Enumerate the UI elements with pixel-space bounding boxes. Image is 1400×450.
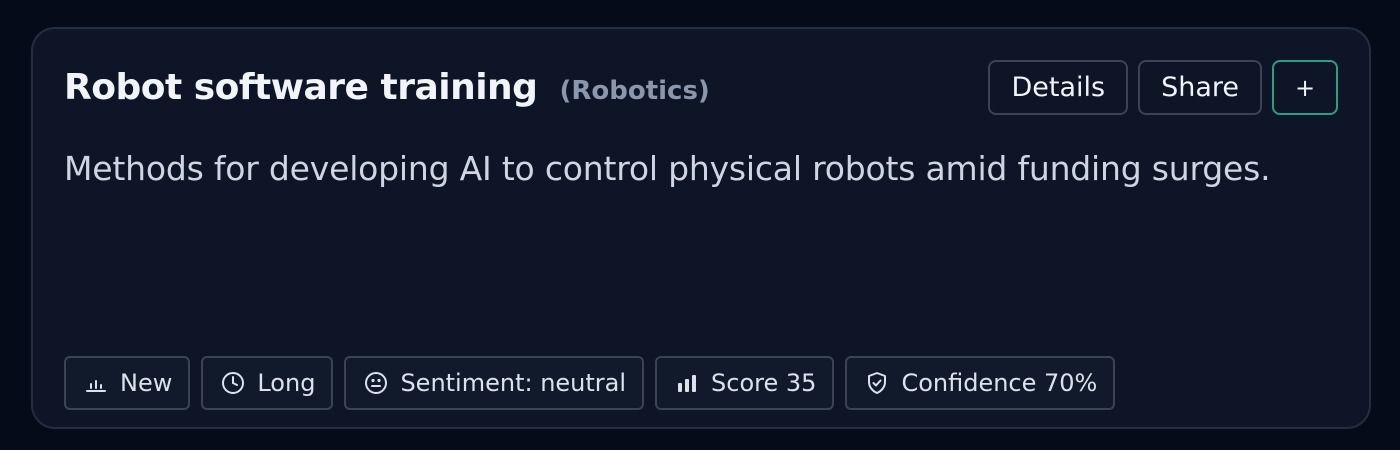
tag-label: Confidence 70% — [901, 369, 1098, 397]
tag-label: Score 35 — [711, 369, 817, 397]
tag-label: New — [120, 369, 173, 397]
details-button[interactable]: Details — [988, 60, 1129, 115]
neutral-face-icon — [364, 371, 388, 395]
tag-label: Sentiment: neutral — [400, 369, 627, 397]
topic-card: Robot software training (Robotics) Detai… — [31, 27, 1371, 429]
add-button[interactable]: + — [1272, 60, 1338, 115]
tag-sentiment: Sentiment: neutral — [344, 356, 645, 410]
tag-duration: Long — [201, 356, 334, 410]
shield-check-icon — [865, 371, 889, 395]
clock-icon — [221, 371, 245, 395]
tag-list: New Long Sentiment: neutral Score 35 Con… — [64, 356, 1116, 410]
share-button[interactable]: Share — [1138, 60, 1262, 115]
tag-status: New — [64, 356, 191, 410]
card-description: Methods for developing AI to control phy… — [64, 149, 1271, 188]
card-title: Robot software training — [64, 67, 538, 108]
card-actions: Details Share + — [988, 60, 1338, 115]
card-category: (Robotics) — [559, 76, 710, 106]
bar-chart-high-icon — [675, 371, 699, 395]
tag-label: Long — [257, 369, 316, 397]
tag-score: Score 35 — [655, 356, 835, 410]
bar-chart-low-icon — [84, 371, 108, 395]
tag-confidence: Confidence 70% — [845, 356, 1116, 410]
card-header: Robot software training (Robotics) — [64, 67, 710, 108]
